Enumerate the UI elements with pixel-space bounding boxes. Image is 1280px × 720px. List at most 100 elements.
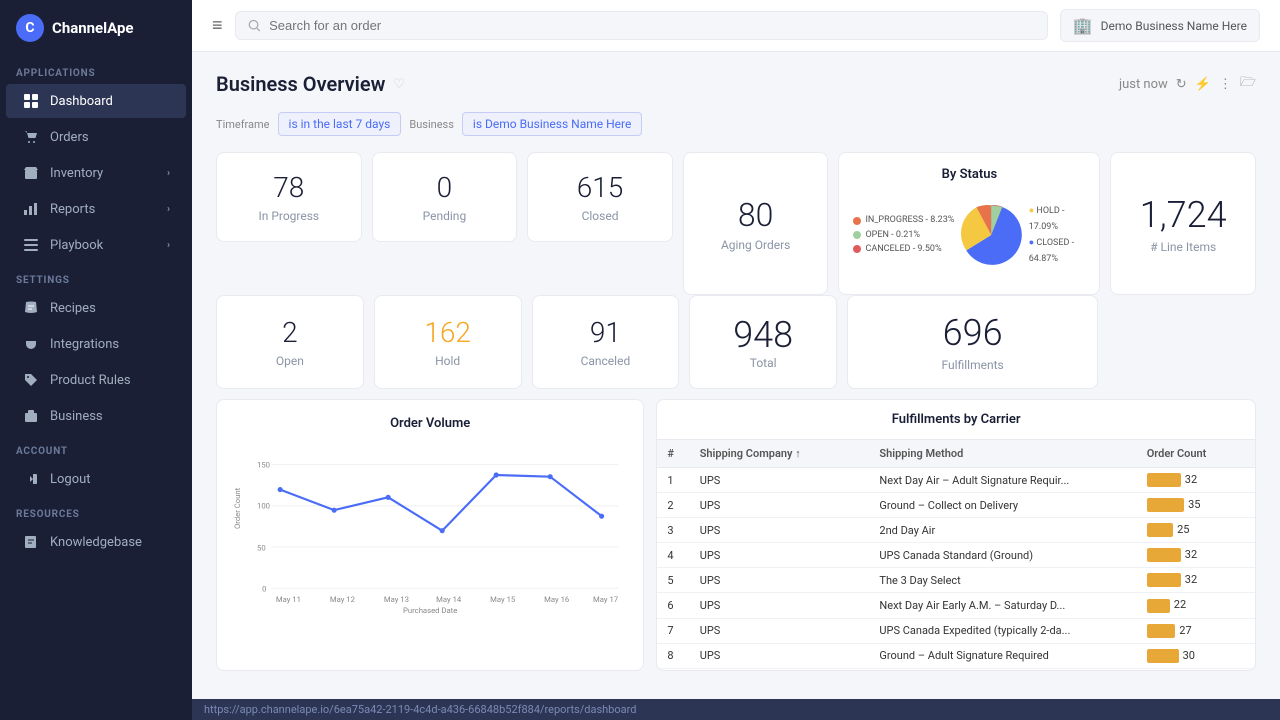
refresh-icon[interactable]: ↻ bbox=[1176, 77, 1187, 92]
stat-label: Hold bbox=[435, 354, 460, 368]
cell-company: UPS bbox=[690, 618, 870, 643]
briefcase-icon bbox=[22, 407, 40, 425]
pie-chart bbox=[958, 190, 1024, 280]
cell-count: 27 bbox=[1137, 618, 1255, 643]
order-bar bbox=[1147, 473, 1181, 487]
more-icon[interactable]: ⋮ bbox=[1219, 77, 1232, 92]
fulfillments-value: 696 bbox=[943, 312, 1003, 354]
folder-icon[interactable]: 🗁 bbox=[1240, 73, 1256, 95]
cell-method: Next Day Air bbox=[869, 668, 1136, 670]
col-order-count: Order Count bbox=[1137, 440, 1255, 468]
cell-num: 9 bbox=[657, 668, 689, 670]
book-icon bbox=[22, 533, 40, 551]
table-row: 3 UPS 2nd Day Air 25 bbox=[657, 518, 1255, 543]
grid-icon bbox=[22, 92, 40, 110]
statusbar: https://app.channelape.io/6ea75a42-2119-… bbox=[192, 699, 1280, 720]
cell-method: UPS Canada Expedited (typically 2-da... bbox=[869, 618, 1136, 643]
stat-canceled: 91 Canceled bbox=[532, 295, 680, 389]
aging-value: 80 bbox=[738, 196, 774, 234]
cell-num: 5 bbox=[657, 568, 689, 593]
stat-value: 615 bbox=[577, 171, 624, 205]
cell-count: 32 bbox=[1137, 543, 1255, 568]
list-icon bbox=[22, 236, 40, 254]
svg-text:50: 50 bbox=[257, 543, 266, 552]
svg-text:100: 100 bbox=[257, 501, 270, 510]
sidebar-item-inventory[interactable]: Inventory › bbox=[6, 156, 186, 190]
line-items-card: 1,724 # Line Items bbox=[1110, 152, 1256, 295]
table-row: 1 UPS Next Day Air – Adult Signature Req… bbox=[657, 468, 1255, 493]
sidebar-item-knowledgebase[interactable]: Knowledgebase bbox=[6, 525, 186, 559]
cell-count: 32 bbox=[1137, 568, 1255, 593]
stat-value: 91 bbox=[590, 316, 621, 350]
search-input[interactable] bbox=[269, 18, 1035, 33]
sidebar-item-label: Knowledgebase bbox=[50, 535, 142, 550]
logo-icon: C bbox=[16, 14, 44, 42]
sidebar-item-orders[interactable]: Orders bbox=[6, 120, 186, 154]
page-actions: just now ↻ ⚡ ⋮ 🗁 bbox=[1119, 73, 1256, 95]
business-name: Demo Business Name Here bbox=[1101, 19, 1247, 33]
timeframe-filter-chip[interactable]: is in the last 7 days bbox=[278, 112, 402, 136]
business-icon: 🏢 bbox=[1073, 16, 1093, 35]
sidebar-item-label: Recipes bbox=[50, 301, 96, 316]
cell-company: UPS bbox=[690, 643, 870, 668]
stat-label: Open bbox=[276, 354, 304, 368]
sidebar-item-reports[interactable]: Reports › bbox=[6, 192, 186, 226]
sidebar-item-label: Playbook bbox=[50, 238, 103, 253]
stat-hold: 162 Hold bbox=[374, 295, 522, 389]
stat-value: 162 bbox=[424, 316, 471, 350]
sidebar-item-label: Product Rules bbox=[50, 373, 131, 388]
status-chart-area: IN_PROGRESS - 8.23% OPEN - 0.21% CANCELE… bbox=[853, 190, 1085, 280]
table-row: 9 UPS Next Day Air 26 bbox=[657, 668, 1255, 670]
filter-icon[interactable]: ⚡ bbox=[1195, 77, 1211, 92]
by-status-card: By Status IN_PROGRESS - 8.23% OPEN - 0.2… bbox=[838, 152, 1100, 295]
table-row: 6 UPS Next Day Air Early A.M. – Saturday… bbox=[657, 593, 1255, 618]
sidebar-item-label: Logout bbox=[50, 472, 91, 487]
table-row: 4 UPS UPS Canada Standard (Ground) 32 bbox=[657, 543, 1255, 568]
business-badge: 🏢 Demo Business Name Here bbox=[1060, 9, 1260, 42]
search-icon bbox=[248, 19, 262, 33]
svg-text:May 17: May 17 bbox=[593, 595, 618, 604]
stat-value: 78 bbox=[273, 171, 304, 205]
filter-row: Timeframe is in the last 7 days Business… bbox=[216, 112, 1256, 136]
cell-count: 32 bbox=[1137, 468, 1255, 493]
sidebar: C ChannelApe APPLICATIONS Dashboard Orde… bbox=[0, 0, 192, 720]
cell-count: 35 bbox=[1137, 493, 1255, 518]
sidebar-item-recipes[interactable]: Recipes bbox=[6, 291, 186, 325]
sidebar-item-label: Reports bbox=[50, 202, 95, 217]
stat-label: Pending bbox=[423, 209, 467, 223]
table-title: Fulfillments by Carrier bbox=[657, 400, 1255, 440]
status-card-title: By Status bbox=[853, 167, 1085, 182]
sidebar-item-playbook[interactable]: Playbook › bbox=[6, 228, 186, 262]
sidebar-item-business[interactable]: Business bbox=[6, 399, 186, 433]
heart-icon[interactable]: ♡ bbox=[393, 77, 405, 92]
cell-company: UPS bbox=[690, 668, 870, 670]
timeframe-label: Timeframe bbox=[216, 118, 270, 131]
stat-label: Canceled bbox=[581, 354, 631, 368]
sidebar-item-dashboard[interactable]: Dashboard bbox=[6, 84, 186, 118]
recipe-icon bbox=[22, 299, 40, 317]
plug-icon bbox=[22, 335, 40, 353]
stat-closed: 615 Closed bbox=[527, 152, 673, 242]
cell-company: UPS bbox=[690, 493, 870, 518]
sidebar-item-integrations[interactable]: Integrations bbox=[6, 327, 186, 361]
sidebar-item-logout[interactable]: Logout bbox=[6, 462, 186, 496]
col-shipping-company[interactable]: Shipping Company ↑ bbox=[690, 440, 870, 468]
order-bar bbox=[1147, 548, 1181, 562]
svg-text:150: 150 bbox=[257, 460, 270, 469]
stat-value: 2 bbox=[282, 316, 298, 350]
chevron-right-icon: › bbox=[167, 240, 170, 251]
cell-method: Ground – Collect on Delivery bbox=[869, 493, 1136, 518]
hamburger-button[interactable]: ≡ bbox=[212, 15, 223, 36]
page-title-row: Business Overview ♡ bbox=[216, 72, 405, 96]
sidebar-item-product-rules[interactable]: Product Rules bbox=[6, 363, 186, 397]
order-bar bbox=[1147, 649, 1179, 663]
total-value: 948 bbox=[733, 314, 793, 356]
cell-num: 2 bbox=[657, 493, 689, 518]
total-label: Total bbox=[750, 356, 777, 370]
section-label-applications: APPLICATIONS bbox=[0, 56, 192, 83]
section-label-settings: SETTINGS bbox=[0, 263, 192, 290]
main-area: ≡ 🏢 Demo Business Name Here Business Ove… bbox=[192, 0, 1280, 720]
business-filter-chip[interactable]: is Demo Business Name Here bbox=[462, 112, 642, 136]
order-bar bbox=[1147, 599, 1170, 613]
tag-icon bbox=[22, 371, 40, 389]
